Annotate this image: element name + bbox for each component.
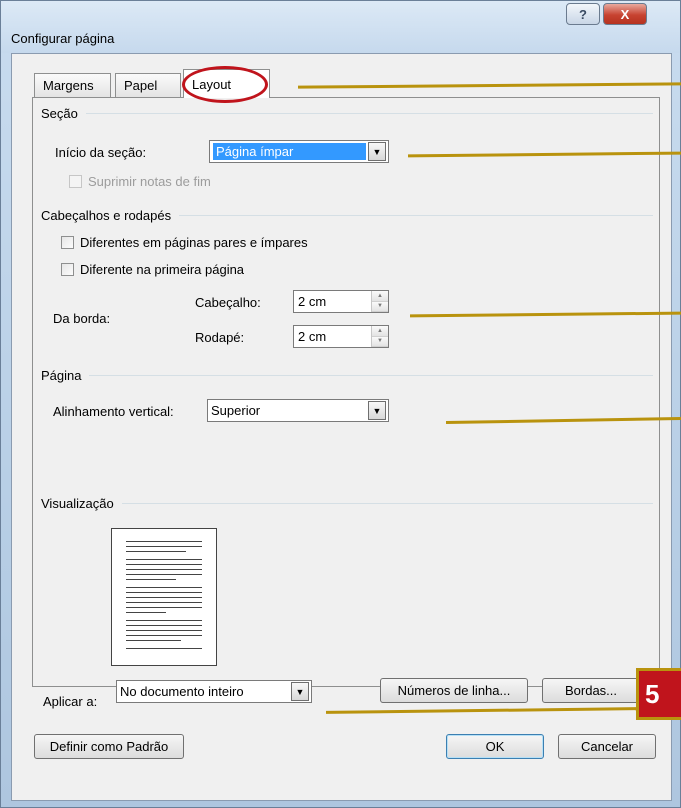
page-preview	[111, 528, 217, 666]
aplicar-label: Aplicar a:	[43, 694, 98, 709]
inicio-secao-select[interactable]: Página ímpar ▼	[209, 140, 389, 163]
suprimir-notas-label: Suprimir notas de fim	[88, 174, 211, 189]
help-icon: ?	[579, 6, 587, 22]
group-cabecalhos: Cabeçalhos e rodapés	[41, 208, 653, 223]
numeros-de-linha-button[interactable]: Números de linha...	[380, 678, 528, 703]
secao-header: Seção	[41, 106, 78, 121]
diferente-primeira-checkbox[interactable]	[61, 263, 74, 276]
definir-padrao-button[interactable]: Definir como Padrão	[34, 734, 184, 759]
inicio-secao-label: Início da seção:	[55, 145, 147, 160]
spin-up-icon[interactable]: ▲	[372, 291, 388, 302]
cabecalhos-header: Cabeçalhos e rodapés	[41, 208, 172, 223]
spin-up-icon[interactable]: ▲	[372, 326, 388, 337]
rodape-label: Rodapé:	[195, 330, 245, 345]
chevron-down-icon[interactable]: ▼	[291, 682, 309, 701]
help-button[interactable]: ?	[566, 3, 600, 25]
rodape-spinner[interactable]: 2 cm ▲ ▼	[293, 325, 389, 348]
ok-button[interactable]: OK	[446, 734, 544, 759]
diferentes-pares-label: Diferentes em páginas pares e ímpares	[80, 235, 308, 250]
pagina-header: Página	[41, 368, 82, 383]
alinhamento-select[interactable]: Superior ▼	[207, 399, 389, 422]
group-secao: Seção	[41, 106, 653, 121]
bordas-button[interactable]: Bordas...	[542, 678, 640, 703]
group-pagina: Página	[41, 368, 653, 383]
tab-layout[interactable]: Layout	[183, 69, 270, 98]
suprimir-notas-checkbox[interactable]	[69, 175, 82, 188]
inicio-secao-value: Página ímpar	[213, 143, 366, 160]
rodape-value: 2 cm	[298, 329, 327, 344]
diferentes-pares-row[interactable]: Diferentes em páginas pares e ímpares	[61, 235, 308, 250]
aplicar-value: No documento inteiro	[120, 684, 244, 699]
cabecalho-value: 2 cm	[298, 294, 327, 309]
alinhamento-value: Superior	[211, 403, 261, 418]
tab-margens[interactable]: Margens	[34, 73, 111, 97]
group-visualizacao: Visualização	[41, 496, 653, 511]
close-button[interactable]: X	[603, 3, 647, 25]
layout-panel: Seção Início da seção: Página ímpar ▼ Su…	[32, 97, 660, 709]
tab-papel[interactable]: Papel	[115, 73, 181, 97]
diferentes-pares-checkbox[interactable]	[61, 236, 74, 249]
dialog-client: Margens Papel Layout Seção Início da seç…	[11, 53, 672, 801]
cancelar-button[interactable]: Cancelar	[558, 734, 656, 759]
spin-down-icon[interactable]: ▼	[372, 336, 388, 347]
spin-down-icon[interactable]: ▼	[372, 301, 388, 312]
aplicar-select[interactable]: No documento inteiro ▼	[116, 680, 312, 703]
title-bar: Configurar página ? X	[1, 1, 680, 53]
dialog-title: Configurar página	[11, 31, 115, 46]
cabecalho-label: Cabeçalho:	[195, 295, 261, 310]
cabecalho-spinner[interactable]: 2 cm ▲ ▼	[293, 290, 389, 313]
visualizacao-header: Visualização	[41, 496, 114, 511]
chevron-down-icon[interactable]: ▼	[368, 142, 386, 161]
da-borda-label: Da borda:	[53, 311, 111, 326]
annotation-badge: 5	[636, 668, 681, 720]
dialog-window: Configurar página ? X Margens Papel Layo…	[0, 0, 681, 808]
close-icon: X	[620, 6, 630, 22]
alinhamento-label: Alinhamento vertical:	[53, 404, 174, 419]
diferente-primeira-row[interactable]: Diferente na primeira página	[61, 262, 244, 277]
diferente-primeira-label: Diferente na primeira página	[80, 262, 245, 277]
suprimir-notas-row: Suprimir notas de fim	[69, 174, 211, 189]
chevron-down-icon[interactable]: ▼	[368, 401, 386, 420]
